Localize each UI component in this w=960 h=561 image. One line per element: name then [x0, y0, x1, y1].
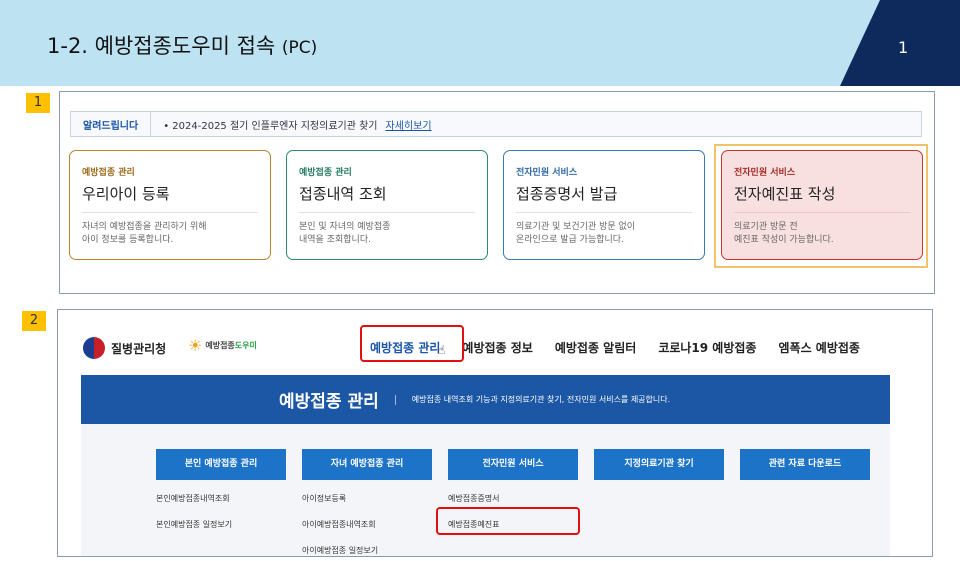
submenu-item[interactable]: 아이예방접종내역조회 [302, 512, 378, 538]
nav-vaccination-info[interactable]: 예방접종 정보 [462, 339, 532, 356]
card-desc: 본인 및 자녀의 예방접종 내역을 조회합니다. [299, 222, 391, 245]
card-category: 전자민원 서비스 [734, 168, 796, 178]
card-vaccination-history[interactable]: 예방접종 관리 접종내역 조회 본인 및 자녀의 예방접종 내역을 조회합니다. [286, 150, 488, 260]
card-register-child[interactable]: 예방접종 관리 우리아이 등록 자녀의 예방접종을 관리하기 위해 아이 정보를… [69, 150, 271, 260]
menu-downloads[interactable]: 관련 자료 다운로드 [740, 449, 870, 480]
sun-icon: ☀ [188, 336, 203, 355]
kdca-logo-text: 질병관리청 [111, 341, 167, 356]
menu-e-civil-service[interactable]: 전자민원 서비스 [448, 449, 578, 480]
submenu-item[interactable]: 아이정보등록 [302, 486, 378, 512]
submenu-item[interactable]: 본인예방접종내역조회 [156, 486, 232, 512]
notice-text: • 2024-2025 절기 인플루엔자 지정의료기관 찾기 [163, 120, 378, 132]
page-number: 1 [898, 38, 909, 57]
nav-mpox[interactable]: 엠폭스 예방접종 [778, 339, 859, 356]
slide-title-suffix: (PC) [281, 38, 318, 58]
card-desc: 의료기관 및 보건기관 방문 없이 온라인으로 발급 가능합니다. [516, 222, 636, 245]
card-e-prescreening[interactable]: 전자민원 서비스 전자예진표 작성 의료기관 방문 전 예진표 작성이 가능합니… [721, 150, 923, 260]
vaccination-helper-logo[interactable]: ☀ 예방접종 도우미 [188, 336, 257, 355]
card-category: 예방접종 관리 [299, 168, 352, 178]
highlight-nav-box [360, 325, 464, 362]
highlight-submenu-box [436, 507, 580, 535]
card-desc: 의료기관 방문 전 예진표 작성이 가능합니다. [734, 222, 834, 245]
submenu-item[interactable]: 아이예방접종 일정보기 [302, 538, 378, 556]
step-badge-1: 1 [26, 93, 50, 113]
mega-menu: 본인 예방접종 관리 자녀 예방접종 관리 전자민원 서비스 지정의료기관 찾기… [81, 424, 890, 556]
menu-find-clinic[interactable]: 지정의료기관 찾기 [594, 449, 724, 480]
kdca-logo[interactable]: 질병관리청 [83, 337, 166, 359]
slide-title-text: 1-2. 예방접종도우미 접속 [47, 34, 276, 58]
menu-self-vaccination[interactable]: 본인 예방접종 관리 [156, 449, 286, 480]
submenu-item[interactable]: 본인예방접종 일정보기 [156, 512, 232, 538]
notice-tag: 알려드립니다 [71, 112, 152, 136]
banner-title: 예방접종 관리 [279, 392, 379, 412]
submenu-child: 아이정보등록 아이예방접종내역조회 아이예방접종 일정보기 [302, 486, 378, 556]
card-category: 예방접종 관리 [82, 168, 135, 178]
card-category: 전자민원 서비스 [516, 168, 578, 178]
notice-more-link[interactable]: 자세히보기 [386, 117, 432, 132]
kdca-emblem-icon [83, 337, 105, 359]
card-title: 접종내역 조회 [299, 183, 475, 213]
slide-title: 1-2. 예방접종도우미 접속 (PC) [47, 30, 317, 60]
nav-vaccination-notice[interactable]: 예방접종 알림터 [555, 339, 636, 356]
screenshot-panel-home: 알려드립니다 • 2024-2025 절기 인플루엔자 지정의료기관 찾기 자세… [59, 91, 935, 294]
card-title: 전자예진표 작성 [734, 183, 910, 213]
logo-text-a: 예방접종 [205, 341, 235, 350]
card-certificate[interactable]: 전자민원 서비스 접종증명서 발급 의료기관 및 보건기관 방문 없이 온라인으… [503, 150, 705, 260]
section-banner: 예방접종 관리 예방접종 내역조회 기능과 지정의료기관 찾기, 전자민원 서비… [81, 375, 890, 424]
step-badge-2: 2 [22, 311, 46, 331]
notice-bar: 알려드립니다 • 2024-2025 절기 인플루엔자 지정의료기관 찾기 자세… [70, 111, 922, 137]
banner-desc: 예방접종 내역조회 기능과 지정의료기관 찾기, 전자민원 서비스를 제공합니다… [411, 395, 671, 404]
card-title: 접종증명서 발급 [516, 183, 692, 213]
banner-divider [394, 394, 396, 405]
card-highlight-frame: 전자민원 서비스 전자예진표 작성 의료기관 방문 전 예진표 작성이 가능합니… [714, 144, 928, 268]
slide: 1-2. 예방접종도우미 접속 (PC) 1 1 2 알려드립니다 • 2024… [0, 0, 960, 561]
menu-child-vaccination[interactable]: 자녀 예방접종 관리 [302, 449, 432, 480]
nav-covid19[interactable]: 코로나19 예방접종 [658, 339, 756, 356]
card-desc: 자녀의 예방접종을 관리하기 위해 아이 정보를 등록합니다. [82, 222, 207, 245]
hand-cursor-icon: ☝ [438, 343, 446, 357]
card-title: 우리아이 등록 [82, 183, 258, 213]
logo-text-b: 도우미 [234, 341, 257, 350]
submenu-self: 본인예방접종내역조회 본인예방접종 일정보기 [156, 486, 232, 538]
screenshot-panel-menu: 질병관리청 ☀ 예방접종 도우미 예방접종 관리 예방접종 정보 예방접종 알림… [57, 309, 933, 557]
